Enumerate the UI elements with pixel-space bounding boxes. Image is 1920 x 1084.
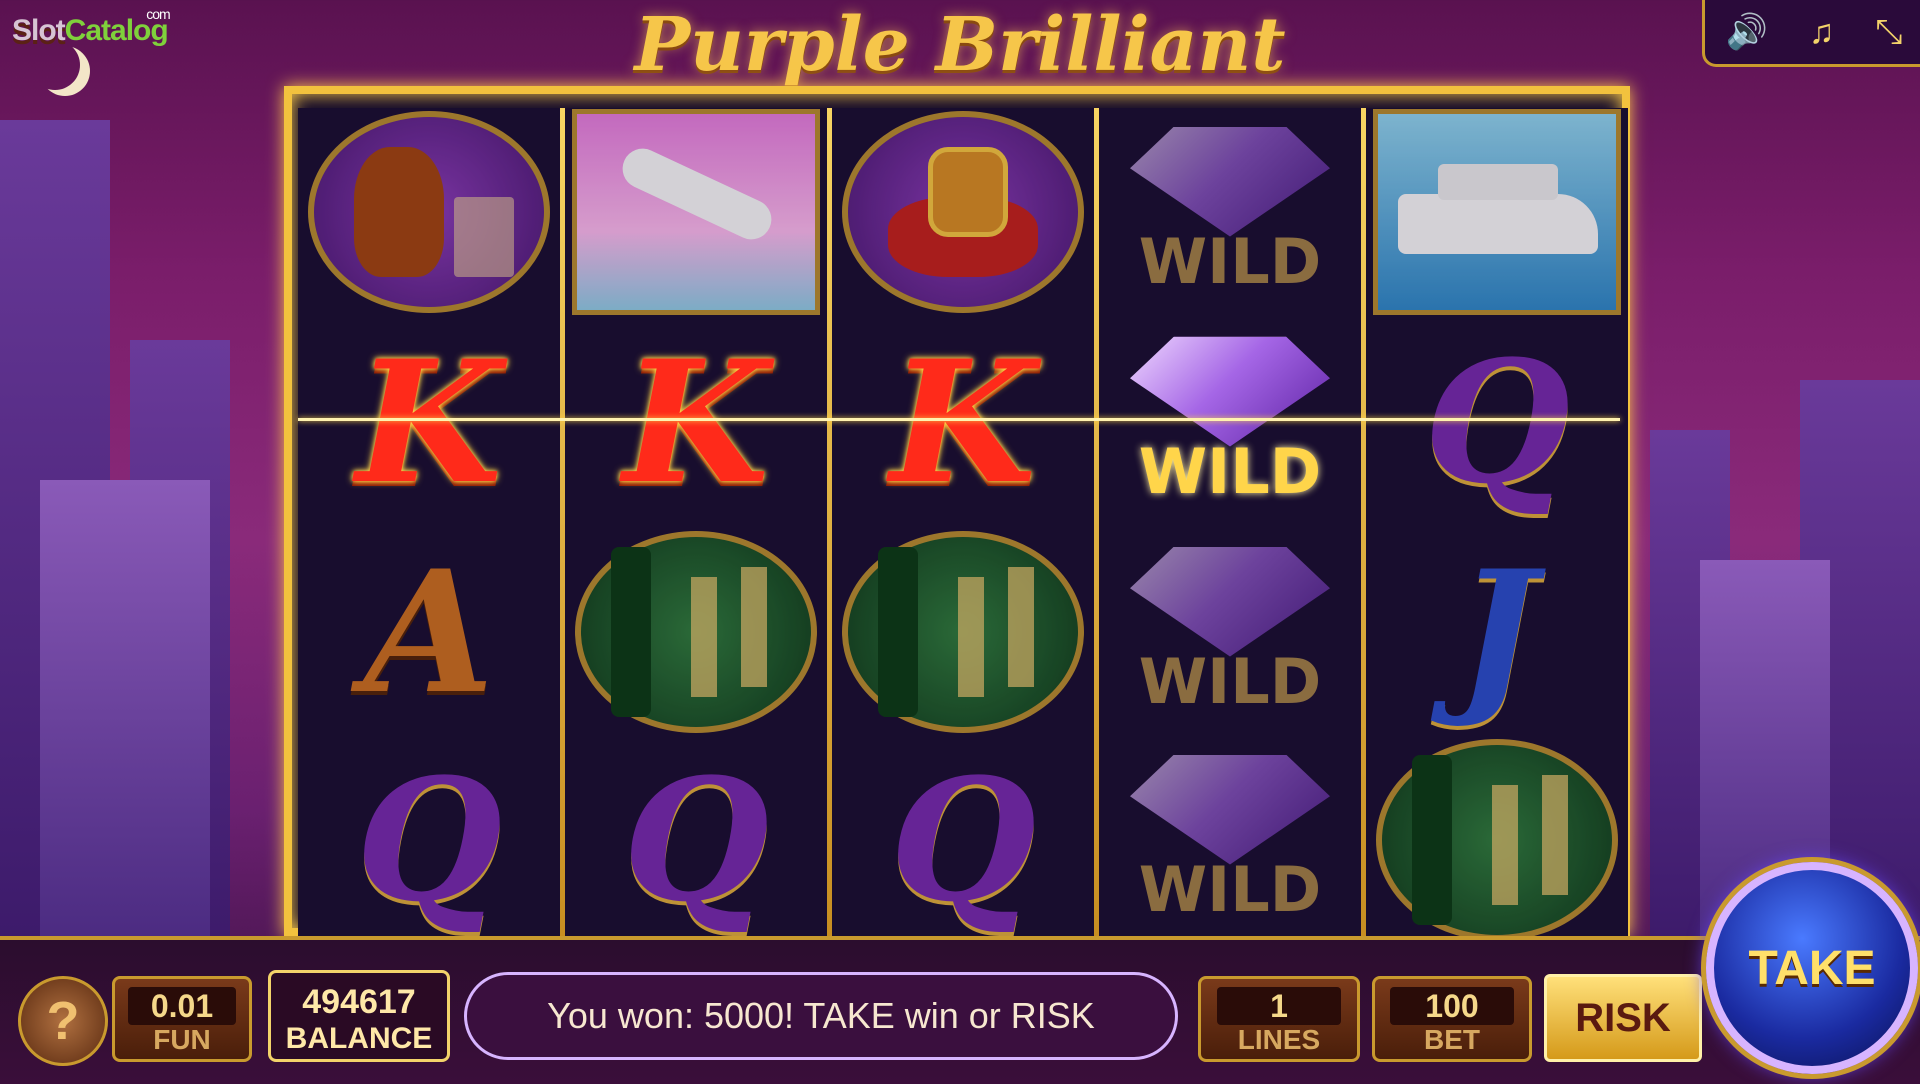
wild-symbol: WILD — [1130, 754, 1330, 926]
lines-label: LINES — [1237, 1024, 1321, 1055]
wild-text: WILD — [1138, 224, 1322, 298]
q-letter: Q — [622, 741, 770, 939]
symbol-q: Q — [1366, 318, 1628, 526]
symbol-cognac — [298, 108, 560, 316]
symbol-q: Q — [298, 736, 560, 944]
symbol-wild: WILD — [1099, 528, 1361, 736]
take-button[interactable]: TAKE — [1706, 862, 1918, 1074]
symbol-wild: WILD — [1099, 318, 1361, 526]
bet-value: 100 — [1390, 987, 1514, 1025]
symbol-wild: WILD — [1099, 736, 1361, 944]
diamond-icon — [1130, 754, 1330, 865]
coin-label: FUN — [153, 1024, 211, 1055]
champagne-icon — [842, 531, 1084, 733]
coin-value-selector[interactable]: 0.01 FUN — [112, 976, 252, 1062]
city-building — [40, 480, 210, 950]
reel-4: WILD WILD WILD WILD — [1099, 108, 1361, 944]
symbol-j: J — [1366, 528, 1628, 736]
a-letter: A — [363, 533, 495, 731]
symbol-wild: WILD — [1099, 108, 1361, 316]
champagne-icon — [1376, 739, 1618, 941]
wild-text: WILD — [1138, 852, 1322, 926]
ring-icon — [842, 111, 1084, 313]
risk-button[interactable]: RISK — [1544, 974, 1702, 1062]
balance-value: 494617 — [302, 983, 416, 1021]
lines-value: 1 — [1216, 987, 1342, 1025]
reels-frame: K A Q K Q K Q WILD WILD WILD WILD Q J — [284, 86, 1630, 944]
q-letter: Q — [355, 741, 503, 939]
symbol-jet — [565, 108, 827, 316]
k-letter: K — [622, 323, 769, 521]
bet-label: BET — [1424, 1024, 1480, 1055]
reel-1: K A Q — [298, 108, 560, 944]
wild-symbol: WILD — [1130, 336, 1330, 508]
symbol-k: K — [298, 318, 560, 526]
help-button[interactable]: ? — [18, 976, 108, 1066]
speaker-icon[interactable]: 🔊 — [1725, 12, 1767, 52]
symbol-champagne — [832, 528, 1094, 736]
symbol-champagne — [565, 528, 827, 736]
win-payline — [298, 418, 1620, 421]
game-title: Purple Brilliant — [634, 2, 1286, 88]
top-controls: 🔊 ♫ ⤡ — [1702, 0, 1920, 67]
symbol-q: Q — [832, 736, 1094, 944]
wild-symbol: WILD — [1130, 546, 1330, 718]
diamond-icon — [1130, 336, 1330, 447]
reel-3: K Q — [832, 108, 1094, 944]
symbol-yacht — [1366, 108, 1628, 316]
k-letter: K — [355, 323, 502, 521]
symbol-q: Q — [565, 736, 827, 944]
wild-symbol: WILD — [1130, 126, 1330, 298]
cognac-icon — [308, 111, 550, 313]
private-jet-icon — [572, 109, 820, 315]
balance-label: BALANCE — [285, 1022, 433, 1055]
diamond-icon — [1130, 546, 1330, 657]
reel-5: Q J — [1366, 108, 1628, 944]
diamond-icon — [1130, 126, 1330, 237]
q-letter: Q — [1423, 323, 1571, 521]
yacht-icon — [1373, 109, 1621, 315]
wild-text: WILD — [1138, 644, 1322, 718]
bottom-bar: ? 0.01 FUN 494617 BALANCE You won: 5000!… — [0, 936, 1920, 1084]
collapse-icon[interactable]: ⤡ — [1875, 13, 1902, 52]
symbol-k: K — [832, 318, 1094, 526]
reel-2: K Q — [565, 108, 827, 944]
q-letter: Q — [889, 741, 1037, 939]
bet-selector[interactable]: 100 BET — [1372, 976, 1532, 1062]
music-note-icon[interactable]: ♫ — [1809, 13, 1835, 52]
j-letter: J — [1457, 533, 1537, 731]
win-message: You won: 5000! TAKE win or RISK — [464, 972, 1178, 1060]
champagne-icon — [575, 531, 817, 733]
k-letter: K — [889, 323, 1036, 521]
coin-value: 0.01 — [128, 987, 236, 1025]
symbol-champagne — [1366, 736, 1628, 944]
symbol-ring — [832, 108, 1094, 316]
symbol-a: A — [298, 528, 560, 736]
lines-selector[interactable]: 1 LINES — [1198, 976, 1360, 1062]
symbol-k: K — [565, 318, 827, 526]
balance-display: 494617 BALANCE — [268, 970, 450, 1062]
